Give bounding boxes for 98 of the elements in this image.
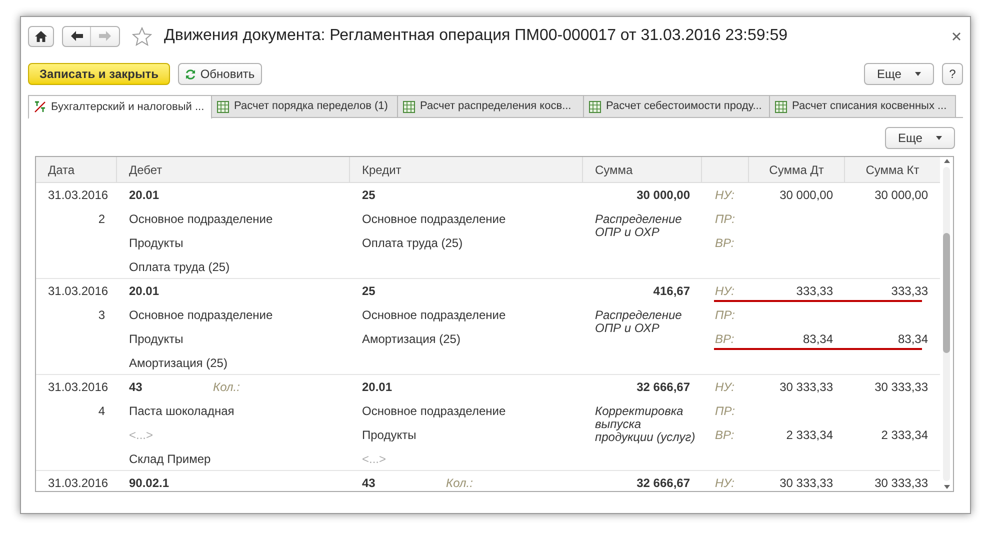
table-icon: [589, 100, 601, 112]
table-icon: [775, 100, 787, 112]
table-icon: [217, 100, 229, 112]
credit-amount: 30 333,33: [874, 380, 928, 394]
date-cell-text: 31.03.2016: [48, 475, 105, 491]
register-label: ВР:: [714, 331, 736, 348]
line-number: 4: [97, 403, 105, 420]
close-icon: [952, 32, 961, 40]
more-button[interactable]: Еще: [864, 63, 934, 85]
caret-icon: [936, 136, 942, 140]
tab[interactable]: Расчет списания косвенных ...: [769, 95, 956, 118]
table-icon: [403, 100, 415, 112]
table-cell-text: Амортизация (25): [362, 331, 460, 348]
operation-content: Распределение ОПР и ОХР: [595, 309, 683, 335]
date-cell-text: 31.03.2016: [48, 379, 105, 396]
table-cell-text: Продукты: [129, 331, 184, 348]
tab[interactable]: Расчет порядка переделов (1): [211, 95, 398, 118]
tab[interactable]: Расчет распределения косв...: [397, 95, 584, 118]
credit-amount: 30 333,33: [874, 476, 928, 490]
column-header[interactable]: Кредит: [350, 157, 583, 183]
star-icon[interactable]: [132, 26, 152, 46]
register-label: НУ:: [714, 379, 736, 396]
register-label: НУ:: [714, 475, 736, 491]
quantity-label: Кол.:: [446, 475, 473, 491]
table-cell-text: Продукты: [129, 235, 184, 252]
refresh-icon: [185, 68, 196, 80]
debit-amount: 30 333,33: [780, 380, 833, 394]
quantity-label: Кол.:: [213, 379, 240, 396]
help-button[interactable]: ?: [942, 63, 963, 85]
tab[interactable]: Бухгалтерский и налоговый ...: [28, 95, 212, 119]
table-cell-text: Основное подразделение: [362, 211, 506, 228]
refresh-button[interactable]: Обновить: [178, 63, 262, 85]
line-number: 2: [97, 211, 105, 228]
amount-cell-text: 30 000,00: [636, 187, 690, 204]
register-label: ПР:: [714, 211, 736, 228]
register-label: НУ:: [714, 283, 736, 300]
table-cell-text: Оплата труда (25): [129, 259, 230, 276]
debit-amount: 83,34: [802, 332, 833, 346]
table-cell-text: <...>: [129, 427, 154, 444]
credit-amount: 30 000,00: [874, 188, 928, 202]
register-label: ПР:: [714, 403, 736, 420]
more-button[interactable]: Еще: [885, 127, 955, 149]
debit-amount: 30 333,33: [780, 476, 833, 490]
amount-cell-text: 416,67: [652, 283, 690, 300]
amount-cell-text: 32 666,67: [636, 379, 690, 396]
register-label: ВР:: [714, 427, 736, 444]
close-button[interactable]: [952, 32, 961, 40]
save-and-close-button[interactable]: Записать и закрыть: [28, 63, 170, 85]
table-cell-text: Основное подразделение: [129, 211, 273, 228]
date-cell-text: 31.03.2016: [48, 187, 105, 204]
debit-amount: 2 333,34: [786, 428, 833, 442]
amount-cell-text: 32 666,67: [636, 475, 690, 491]
debit-amount: 333,33: [796, 284, 833, 298]
column-header[interactable]: Дата: [36, 157, 117, 183]
debit-credit-icon: [34, 101, 46, 113]
column-header[interactable]: Сумма Кт: [845, 157, 940, 183]
account-code: 25: [362, 187, 376, 204]
register-label: ПР:: [714, 307, 736, 324]
caret-icon: [915, 72, 921, 76]
account-code: 25: [362, 283, 376, 300]
home-icon: [35, 30, 47, 42]
tab[interactable]: Расчет себестоимости проду...: [583, 95, 770, 118]
account-code: 43: [129, 379, 144, 396]
debit-amount: 30 000,00: [780, 188, 833, 202]
table-cell-text: Продукты: [362, 427, 416, 444]
scroll-down-icon: [944, 485, 950, 489]
account-code: 20.01: [129, 283, 160, 300]
scroll-thumb[interactable]: [943, 233, 950, 353]
window-title: Движения документа: Регламентная операция ПМ00-000017 от 31.03.2016 23:59:59: [164, 26, 788, 46]
credit-amount: 333,33: [891, 284, 928, 298]
account-code: 20.01: [362, 379, 394, 396]
account-code: 20.01: [129, 187, 160, 204]
register-label: НУ:: [714, 187, 736, 204]
account-code: 43: [362, 475, 376, 491]
scroll-up-icon: [944, 159, 950, 163]
account-code: 90.02.1: [129, 475, 170, 491]
column-header[interactable]: Сумма Дт: [749, 157, 845, 183]
date-cell-text: 31.03.2016: [48, 283, 105, 300]
table-cell-text: Основное подразделение: [362, 307, 506, 324]
arrow-right-icon: [99, 31, 111, 41]
scrollbar[interactable]: [940, 157, 953, 491]
credit-amount: 83,34: [898, 332, 928, 346]
column-header[interactable]: Дебет: [117, 157, 350, 183]
register-label: ВР:: [714, 235, 736, 252]
column-header[interactable]: Сумма: [583, 157, 702, 183]
table-cell-text: Склад Пример: [129, 451, 211, 468]
table-cell-text: <...>: [362, 451, 386, 468]
table-cell-text: Паста шоколадная: [129, 403, 234, 420]
table-cell-text: Основное подразделение: [362, 403, 506, 420]
table-cell-text: Оплата труда (25): [362, 235, 463, 252]
table-cell-text: Амортизация (25): [129, 355, 228, 372]
operation-content: Корректировка выпуска продукции (услуг): [595, 405, 696, 444]
home-button[interactable]: [28, 26, 54, 46]
operation-content: Распределение ОПР и ОХР: [595, 213, 683, 239]
credit-amount: 2 333,34: [881, 428, 928, 442]
line-number: 3: [97, 307, 105, 324]
table-cell-text: Основное подразделение: [129, 307, 273, 324]
arrow-left-icon: [70, 31, 82, 41]
